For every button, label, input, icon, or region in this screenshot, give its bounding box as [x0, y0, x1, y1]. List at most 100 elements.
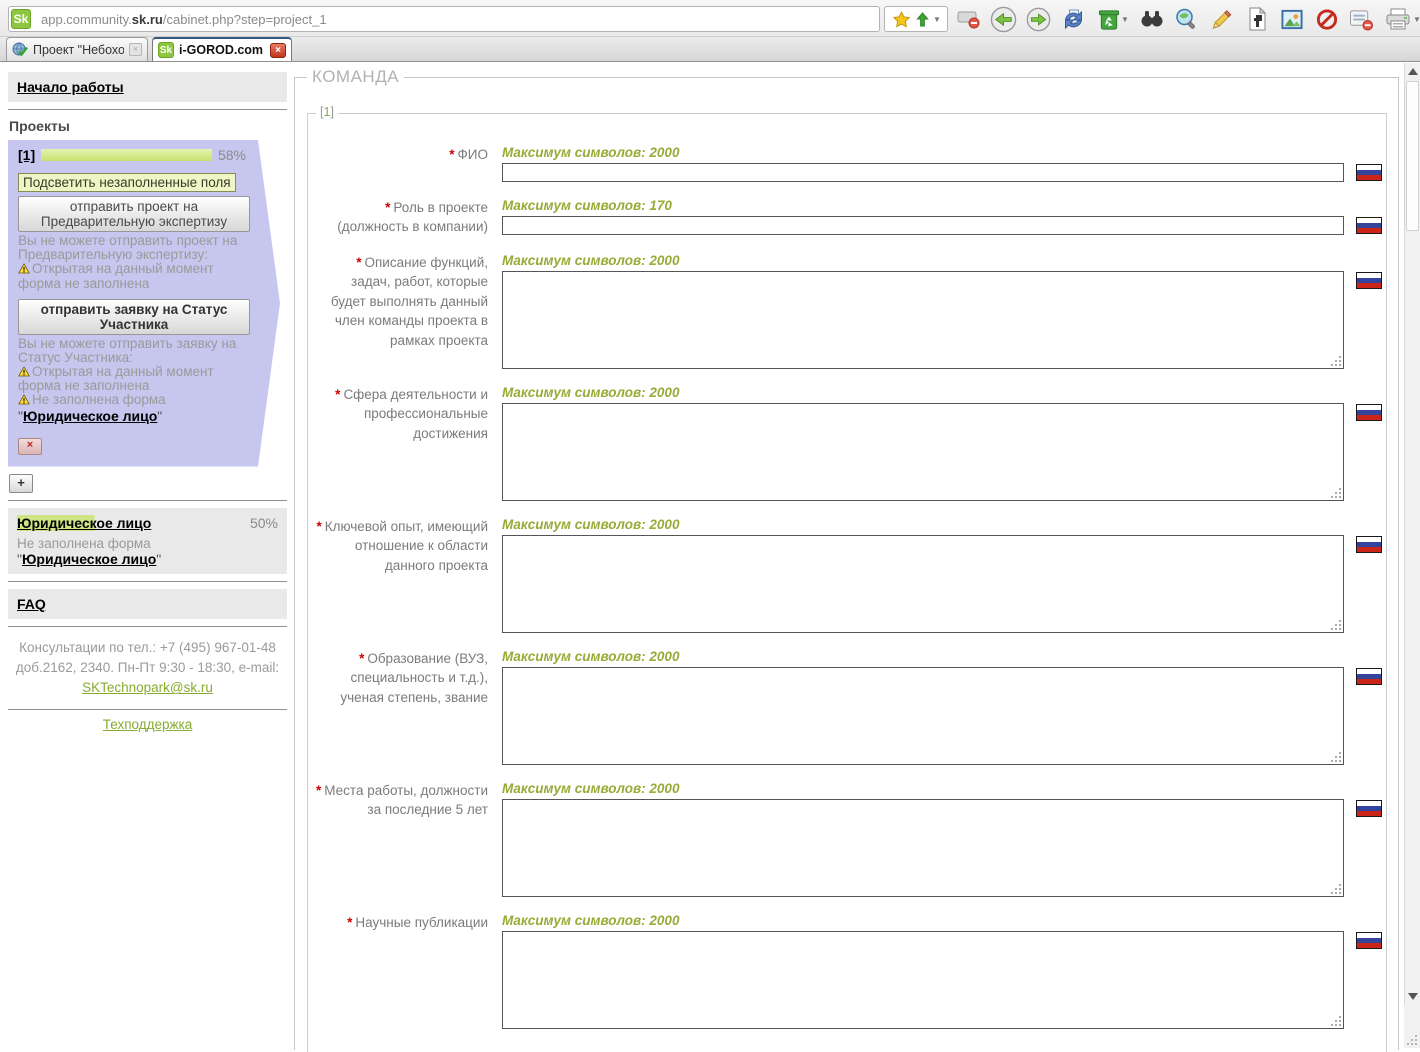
- quote: ": [156, 551, 161, 567]
- field-label: *Места работы, должности за последние 5 …: [316, 781, 488, 897]
- warning-text: Не заполнена форма: [32, 392, 166, 407]
- printer-icon[interactable]: ▼: [1383, 6, 1420, 32]
- resize-grip-icon[interactable]: [1339, 496, 1341, 498]
- find-binoculars-icon[interactable]: [1138, 6, 1166, 32]
- window-resize-corner[interactable]: [1404, 1005, 1420, 1048]
- scroll-up-icon[interactable]: [914, 6, 930, 32]
- russian-flag-icon[interactable]: [1356, 536, 1382, 553]
- globe-check-icon: [12, 42, 28, 58]
- start-work-link[interactable]: Начало работы: [17, 79, 124, 95]
- field-hint: Максимум символов: 170: [502, 198, 1344, 216]
- contact-email-link[interactable]: SKTechnopark@sk.ru: [82, 680, 213, 695]
- recycle-bin-icon[interactable]: ▼: [1095, 6, 1131, 32]
- scrollbar-down-icon[interactable]: [1408, 993, 1418, 1000]
- field-row: *Сфера деятельности и профессиональные д…: [316, 385, 1386, 501]
- recycle-bin-dropdown-icon[interactable]: ▼: [1121, 15, 1129, 24]
- tab-project[interactable]: Проект "Небохо... ×: [6, 37, 148, 61]
- contact-info: Консультации по тел.: +7 (495) 967-01-48…: [8, 634, 287, 703]
- field-row: *Описание функций, задач, работ, которые…: [316, 253, 1386, 369]
- tab-igorod-active[interactable]: Sk i-GOROD.com _ ×: [152, 37, 292, 61]
- send-project-button[interactable]: отправить проект на Предварительную эксп…: [18, 196, 250, 232]
- legal-entity-link[interactable]: Юридическое лицо: [23, 408, 157, 424]
- workplaces-textarea[interactable]: [502, 799, 1344, 897]
- education-textarea[interactable]: [502, 667, 1344, 765]
- legal-entity-link[interactable]: Юридическое лицо: [22, 551, 156, 567]
- legal-entity-box: Юридическое лицо 50% Не заполнена форма …: [8, 508, 287, 574]
- russian-flag-icon[interactable]: [1356, 217, 1382, 234]
- printer-dropdown-icon[interactable]: ▼: [1413, 15, 1420, 24]
- key-experience-textarea[interactable]: [502, 535, 1344, 633]
- refresh-icon[interactable]: [1060, 6, 1088, 32]
- resize-grip-icon[interactable]: [1339, 1024, 1341, 1026]
- resize-grip-icon[interactable]: [1339, 760, 1341, 762]
- popup-blocker-icon[interactable]: [955, 6, 983, 32]
- project-panel: [1] 58% Подсветить незаполненные поля от…: [8, 140, 280, 467]
- list-filter-icon[interactable]: [1348, 6, 1376, 32]
- url-text[interactable]: app.community.sk.ru/cabinet.php?step=pro…: [41, 12, 327, 27]
- send-status-request-button[interactable]: отправить заявку на Статус Участника: [18, 299, 250, 335]
- resize-grip-icon[interactable]: [1339, 628, 1341, 630]
- legal-entity-row: Юридическое лицо 50%: [17, 515, 278, 531]
- russian-flag-icon[interactable]: [1356, 932, 1382, 949]
- resize-grip-icon[interactable]: [1339, 892, 1341, 894]
- team-fieldset: КОМАНДА [1] *ФИО Максимум символов: 2000…: [294, 77, 1399, 1050]
- delete-project-button[interactable]: ×: [18, 438, 42, 455]
- legal-entity-section-link[interactable]: Юридическое лицо: [17, 515, 151, 531]
- field-hint: Максимум символов: 2000: [502, 517, 1344, 535]
- role-input[interactable]: [502, 216, 1344, 235]
- field-label: *Научные публикации: [316, 913, 488, 1029]
- field-hint: Максимум символов: 2000: [502, 913, 1344, 931]
- field-row: *Ключевой опыт, имеющий отношение к обла…: [316, 517, 1386, 633]
- bracket: ]: [330, 105, 333, 119]
- required-mark: *: [356, 255, 361, 270]
- field-hint: Максимум символов: 2000: [502, 253, 1344, 271]
- tab-close-icon[interactable]: ×: [270, 43, 286, 58]
- russian-flag-icon[interactable]: [1356, 668, 1382, 685]
- scrollbar-up-icon[interactable]: [1408, 68, 1418, 75]
- publications-textarea[interactable]: [502, 931, 1344, 1029]
- toolbar-icons: ▼ ▼: [884, 5, 1416, 33]
- project-1-link[interactable]: [1]: [18, 147, 35, 163]
- flash-page-icon[interactable]: [1243, 6, 1271, 32]
- url-domain: sk.ru: [132, 12, 163, 27]
- russian-flag-icon[interactable]: [1356, 164, 1382, 181]
- tab-close-icon[interactable]: ×: [129, 43, 142, 56]
- support-row: Техподдержка: [8, 717, 287, 732]
- back-icon[interactable]: [990, 6, 1018, 32]
- divider: [8, 109, 287, 110]
- highlight-empty-fields-button[interactable]: Подсветить незаполненные поля: [18, 173, 236, 192]
- bookmark-star-icon[interactable]: [891, 6, 911, 32]
- faq-link[interactable]: FAQ: [17, 596, 46, 612]
- tab-bar: Проект "Небохо... × Sk i-GOROD.com _ ×: [0, 37, 1420, 62]
- tech-support-link[interactable]: Техподдержка: [103, 717, 192, 732]
- russian-flag-icon[interactable]: [1356, 404, 1382, 421]
- resize-grip-icon[interactable]: [1339, 364, 1341, 366]
- block-content-icon[interactable]: [1313, 6, 1341, 32]
- zoom-search-icon[interactable]: [1173, 6, 1201, 32]
- member-fieldset: [1] *ФИО Максимум символов: 2000 *Роль в…: [307, 113, 1387, 1052]
- functions-textarea[interactable]: [502, 271, 1344, 369]
- add-project-button[interactable]: +: [9, 474, 33, 493]
- field-row: *Роль в проекте (должность в компании) М…: [316, 198, 1386, 237]
- quote: ": [157, 408, 162, 424]
- edit-pencil-icon[interactable]: [1208, 6, 1236, 32]
- sphere-textarea[interactable]: [502, 403, 1344, 501]
- required-mark: *: [359, 651, 364, 666]
- field-hint: Максимум символов: 2000: [502, 145, 1344, 163]
- russian-flag-icon[interactable]: [1356, 800, 1382, 817]
- scroll-up-dropdown-icon[interactable]: ▼: [933, 15, 941, 24]
- address-bar[interactable]: Sk app.community.sk.ru/cabinet.php?step=…: [8, 6, 880, 32]
- russian-flag-icon[interactable]: [1356, 272, 1382, 289]
- forward-icon[interactable]: [1025, 6, 1053, 32]
- scrollbar-thumb[interactable]: [1406, 81, 1419, 231]
- field-hint: Максимум символов: 2000: [502, 649, 1344, 667]
- fio-input[interactable]: [502, 163, 1344, 182]
- images-icon[interactable]: [1278, 6, 1306, 32]
- url-prefix: app.community.: [41, 12, 132, 27]
- project-progress-bar: [41, 149, 212, 161]
- warning-icon: [18, 366, 30, 377]
- member-legend: [1]: [316, 105, 338, 119]
- vertical-scrollbar[interactable]: [1404, 63, 1420, 1005]
- resize-grip-icon: [1415, 1043, 1417, 1045]
- field-row: *Научные публикации Максимум символов: 2…: [316, 913, 1386, 1029]
